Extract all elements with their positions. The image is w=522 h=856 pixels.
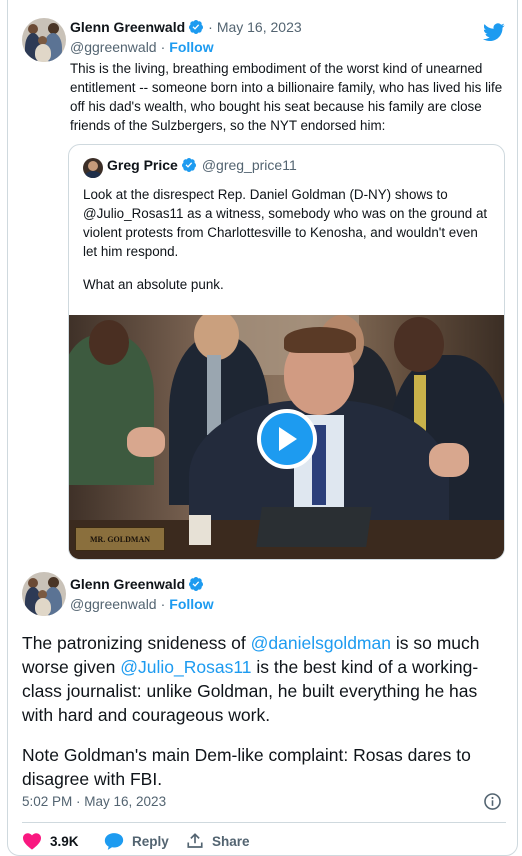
author-handle[interactable]: @ggreenwald [70,39,157,55]
main-author-handle[interactable]: @ggreenwald [70,596,157,612]
follow-button[interactable]: Follow [169,39,213,55]
share-label: Share [212,833,250,849]
top-tweet-header: Glenn Greenwald · May 16, 2023 [70,19,302,35]
share-icon [187,833,203,848]
like-button[interactable]: 3.9K [22,832,79,850]
author-avatar[interactable] [22,18,66,62]
main-handle-row: @ggreenwald · Follow [70,596,214,612]
main-author-name[interactable]: Glenn Greenwald [70,576,185,592]
video-player[interactable]: MR. GOLDMAN [69,315,504,559]
info-icon[interactable] [483,792,502,811]
play-icon [279,427,297,451]
reply-button[interactable]: Reply [104,832,169,851]
top-tweet-text: This is the living, breathing embodiment… [70,61,503,133]
like-count: 3.9K [50,833,79,849]
quoted-tweet-text-2: What an absolute punk. [83,277,224,292]
play-button[interactable] [257,409,317,469]
top-handle-row: @ggreenwald · Follow [70,39,214,55]
quoted-tweet-text: Look at the disrespect Rep. Daniel Goldm… [83,187,488,259]
quoted-tweet[interactable]: Greg Price @greg_price11 Look at the dis… [68,144,505,560]
verified-badge-icon [189,577,204,591]
heart-icon [23,833,41,850]
main-tweet-text-2: Note Goldman's main Dem-like complaint: … [22,745,471,789]
divider [22,822,506,823]
nameplate: MR. GOLDMAN [75,527,165,551]
mention-link[interactable]: @danielsgoldman [251,633,391,653]
main-timestamp[interactable]: 5:02 PM · May 16, 2023 [22,794,166,809]
main-author-avatar[interactable] [22,572,66,616]
verified-badge-icon [189,20,204,34]
main-follow-button[interactable]: Follow [169,596,213,612]
quoted-author-name[interactable]: Greg Price [107,157,178,173]
reply-label: Reply [132,834,169,849]
main-tweet-header: Glenn Greenwald [70,576,204,592]
reply-icon [104,833,124,850]
quoted-avatar[interactable] [83,158,103,178]
author-name[interactable]: Glenn Greenwald [70,19,185,35]
nameplate-text: MR. GOLDMAN [90,534,150,544]
twitter-bird-icon[interactable] [482,21,506,43]
verified-badge-icon [181,158,196,172]
mention-link[interactable]: @Julio_Rosas11 [120,657,251,677]
share-button[interactable]: Share [186,832,250,850]
main-tweet-text: The patronizing snideness of @danielsgol… [22,633,480,725]
tweet-date[interactable]: May 16, 2023 [217,19,302,35]
quoted-author-handle[interactable]: @greg_price11 [202,157,297,173]
